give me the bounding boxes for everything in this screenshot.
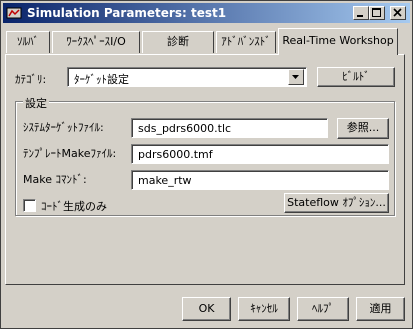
generate-code-only-checkbox[interactable]: [23, 199, 36, 212]
apply-button-label: 適用: [369, 302, 392, 315]
template-make-value: pdrs6000.tmf: [138, 148, 213, 161]
generate-code-only-label[interactable]: ｺｰﾄﾞ生成のみ: [41, 198, 107, 214]
tab-real-time-workshop-label: Real-Time Workshop: [282, 34, 394, 47]
maximize-button[interactable]: [369, 6, 385, 20]
minimize-button[interactable]: [353, 6, 369, 20]
system-target-value: sds_pdrs6000.tlc: [138, 122, 232, 135]
dialog-window: Simulation Parameters: test1 ｿﾙﾊﾞ ﾜｰｸｽﾍﾟ…: [0, 0, 413, 329]
title-bar[interactable]: Simulation Parameters: test1: [3, 3, 410, 23]
template-make-field[interactable]: pdrs6000.tmf: [131, 144, 389, 164]
category-dropdown[interactable]: ﾀｰｹﾞｯﾄ設定: [67, 67, 307, 87]
apply-button[interactable]: 適用: [356, 297, 405, 321]
tab-advanced-label: ｱﾄﾞﾊﾞﾝｽﾄﾞ: [221, 35, 271, 48]
stateflow-options-label: Stateflow ｵﾌﾟｼｮﾝ...: [287, 196, 386, 209]
chevron-down-icon: [292, 75, 299, 79]
tab-solver[interactable]: ｿﾙﾊﾞ: [6, 31, 50, 53]
make-command-label: Make ｺﾏﾝﾄﾞ:: [23, 173, 87, 186]
tab-workspace-io-label: ﾜｰｸｽﾍﾟｰｽI/O: [66, 35, 126, 48]
close-button[interactable]: [390, 6, 406, 20]
help-button[interactable]: ﾍﾙﾌﾟ: [297, 297, 349, 321]
cancel-button[interactable]: ｷｬﾝｾﾙ: [238, 297, 290, 321]
cancel-button-label: ｷｬﾝｾﾙ: [250, 302, 278, 315]
browse-button-label: 参照...: [346, 121, 380, 134]
build-button[interactable]: ﾋﾞﾙﾄﾞ: [317, 67, 395, 87]
tab-solver-label: ｿﾙﾊﾞ: [17, 35, 39, 48]
dropdown-button[interactable]: [288, 69, 304, 85]
tab-diagnostics[interactable]: 診断: [142, 31, 214, 53]
category-value: ﾀｰｹﾞｯﾄ設定: [74, 73, 129, 86]
close-icon: [393, 8, 402, 17]
settings-group-title: 設定: [23, 95, 49, 111]
tab-advanced[interactable]: ｱﾄﾞﾊﾞﾝｽﾄﾞ: [216, 31, 276, 53]
template-make-label: ﾃﾝﾌﾟﾚｰﾄMakeﾌｧｲﾙ:: [23, 147, 117, 160]
help-button-label: ﾍﾙﾌﾟ: [312, 302, 334, 315]
make-command-value: make_rtw: [138, 174, 192, 187]
stateflow-options-button[interactable]: Stateflow ｵﾌﾟｼｮﾝ...: [284, 193, 389, 213]
simulink-icon: [6, 7, 22, 19]
ok-button[interactable]: OK: [182, 297, 231, 321]
system-target-label: ｼｽﾃﾑﾀｰｹﾞｯﾄﾌｧｲﾙ:: [23, 121, 104, 134]
make-command-field[interactable]: make_rtw: [131, 170, 389, 190]
system-target-field[interactable]: sds_pdrs6000.tlc: [131, 118, 328, 138]
browse-button[interactable]: 参照...: [337, 118, 389, 139]
maximize-icon: [372, 8, 381, 17]
tab-real-time-workshop[interactable]: Real-Time Workshop: [278, 28, 398, 55]
minimize-icon: [357, 15, 363, 17]
ok-button-label: OK: [198, 302, 215, 315]
tab-workspace-io[interactable]: ﾜｰｸｽﾍﾟｰｽI/O: [52, 31, 140, 53]
category-label: ｶﾃｺﾞﾘ:: [15, 73, 47, 86]
window-title: Simulation Parameters: test1: [27, 6, 227, 20]
build-button-label: ﾋﾞﾙﾄﾞ: [342, 70, 370, 83]
tab-diagnostics-label: 診断: [167, 35, 189, 48]
